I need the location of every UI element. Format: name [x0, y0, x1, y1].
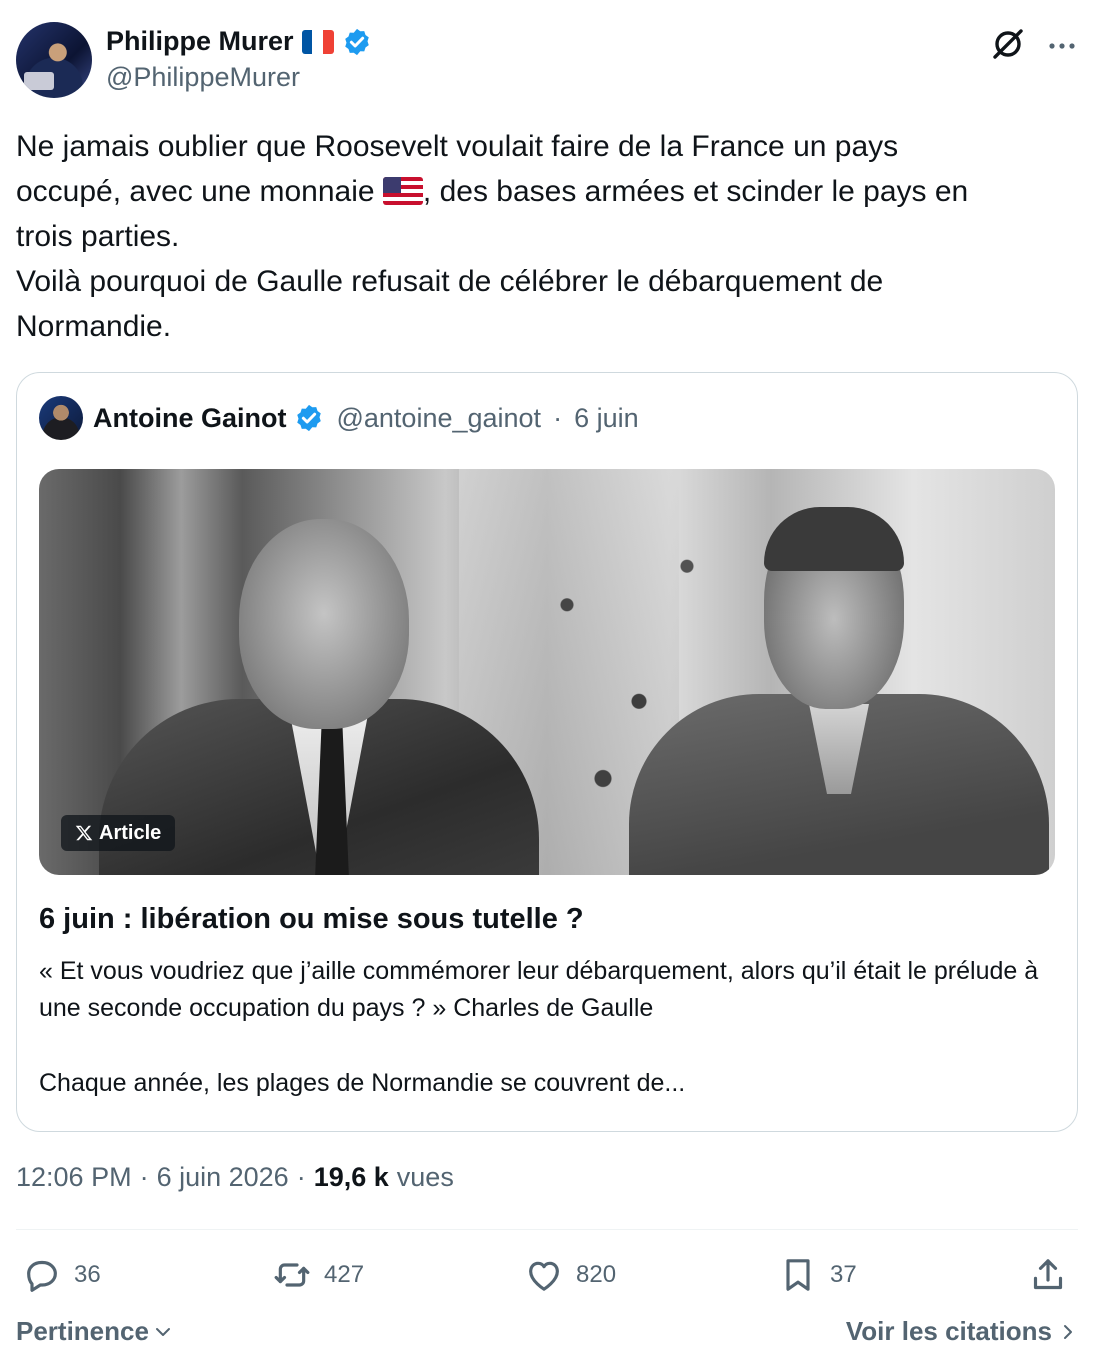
grok-icon[interactable] [990, 26, 1026, 62]
repost-count: 427 [324, 1261, 365, 1288]
sort-dropdown[interactable]: Pertinence [16, 1316, 173, 1347]
reply-icon [27, 1260, 57, 1292]
like-button[interactable]: 820 [524, 1250, 616, 1300]
sort-label: Pertinence [16, 1316, 149, 1346]
verified-badge-icon [344, 28, 369, 55]
quoted-post-card[interactable]: Antoine Gainot @antoine_gainot · 6 juin … [16, 372, 1078, 1132]
author-name[interactable]: Philippe Murer [106, 26, 294, 57]
author-name-row: Philippe Murer [106, 26, 372, 57]
quoted-author-avatar[interactable] [39, 396, 83, 440]
bookmark-button[interactable]: 37 [778, 1250, 857, 1300]
bookmark-count: 37 [830, 1261, 857, 1288]
reply-button[interactable]: 36 [22, 1250, 101, 1300]
usa-flag-icon [382, 177, 423, 205]
quoted-post-date[interactable]: 6 juin [574, 403, 639, 434]
tweet-date[interactable]: 6 juin 2026 [157, 1162, 289, 1193]
chevron-down-icon [155, 1327, 170, 1336]
article-title[interactable]: 6 juin : libération ou mise sous tutelle… [39, 901, 1055, 937]
tweet-text-line: occupé, avec une monnaie [16, 175, 383, 208]
article-cover-image[interactable]: Article [39, 469, 1055, 875]
tweet-text-line: Ne jamais oublier que Roosevelt voulait … [16, 130, 899, 163]
tweet-text-line: trois parties. [16, 220, 180, 253]
repost-icon [274, 1263, 310, 1287]
author-handle[interactable]: @PhilippeMurer [106, 62, 300, 93]
views-label: vues [396, 1162, 454, 1192]
meta-separator: · [553, 402, 563, 433]
quoted-post-header: Antoine Gainot @antoine_gainot · 6 juin [39, 395, 639, 441]
share-button[interactable] [1028, 1250, 1068, 1300]
action-bar: 36 427 820 37 [16, 1250, 1078, 1300]
replies-footer: Pertinence Voir les citations [16, 1316, 1078, 1356]
article-badge-label: Article [99, 821, 162, 844]
article-badge: Article [61, 815, 176, 851]
tweet-meta: 12:06 PM · 6 juin 2026 · 19,6 k vues [16, 1162, 454, 1193]
heart-icon [529, 1261, 559, 1291]
tweet-text: Ne jamais oublier que Roosevelt voulait … [16, 124, 1076, 349]
like-count: 820 [576, 1261, 617, 1288]
quoted-author-name[interactable]: Antoine Gainot [93, 403, 286, 434]
reply-count: 36 [74, 1261, 101, 1288]
author-avatar[interactable] [16, 22, 92, 98]
meta-separator: · [296, 1162, 306, 1192]
divider [16, 1229, 1078, 1230]
tweet-text-line: Voilà pourquoi de Gaulle refusait de cél… [16, 265, 884, 298]
view-quotes-label: Voir les citations [845, 1316, 1052, 1346]
quoted-author-handle[interactable]: @antoine_gainot [336, 403, 541, 434]
chevron-right-icon [1064, 1324, 1072, 1339]
tweet-text-line: Normandie. [16, 310, 172, 343]
meta-separator: · [139, 1162, 149, 1192]
tweet-header: Philippe Murer @PhilippeMurer [16, 22, 1088, 102]
share-icon [1033, 1259, 1063, 1290]
repost-button[interactable]: 427 [272, 1250, 364, 1300]
more-options-icon[interactable] [1046, 30, 1078, 62]
article-excerpt-continued: Chaque année, les plages de Normandie se… [39, 1069, 686, 1097]
tweet-text-line: , des bases armées et scinder le pays en [422, 175, 969, 208]
bookmark-icon [786, 1259, 810, 1291]
article-excerpt: « Et vous voudriez que j’aille commémore… [39, 957, 1039, 1022]
view-quotes-link[interactable]: Voir les citations [846, 1316, 1078, 1347]
views-count: 19,6 k [313, 1162, 389, 1192]
france-flag-icon [301, 29, 334, 54]
x-logo-icon [75, 825, 93, 841]
verified-badge-icon [297, 404, 322, 432]
tweet-time[interactable]: 12:06 PM [16, 1162, 132, 1193]
